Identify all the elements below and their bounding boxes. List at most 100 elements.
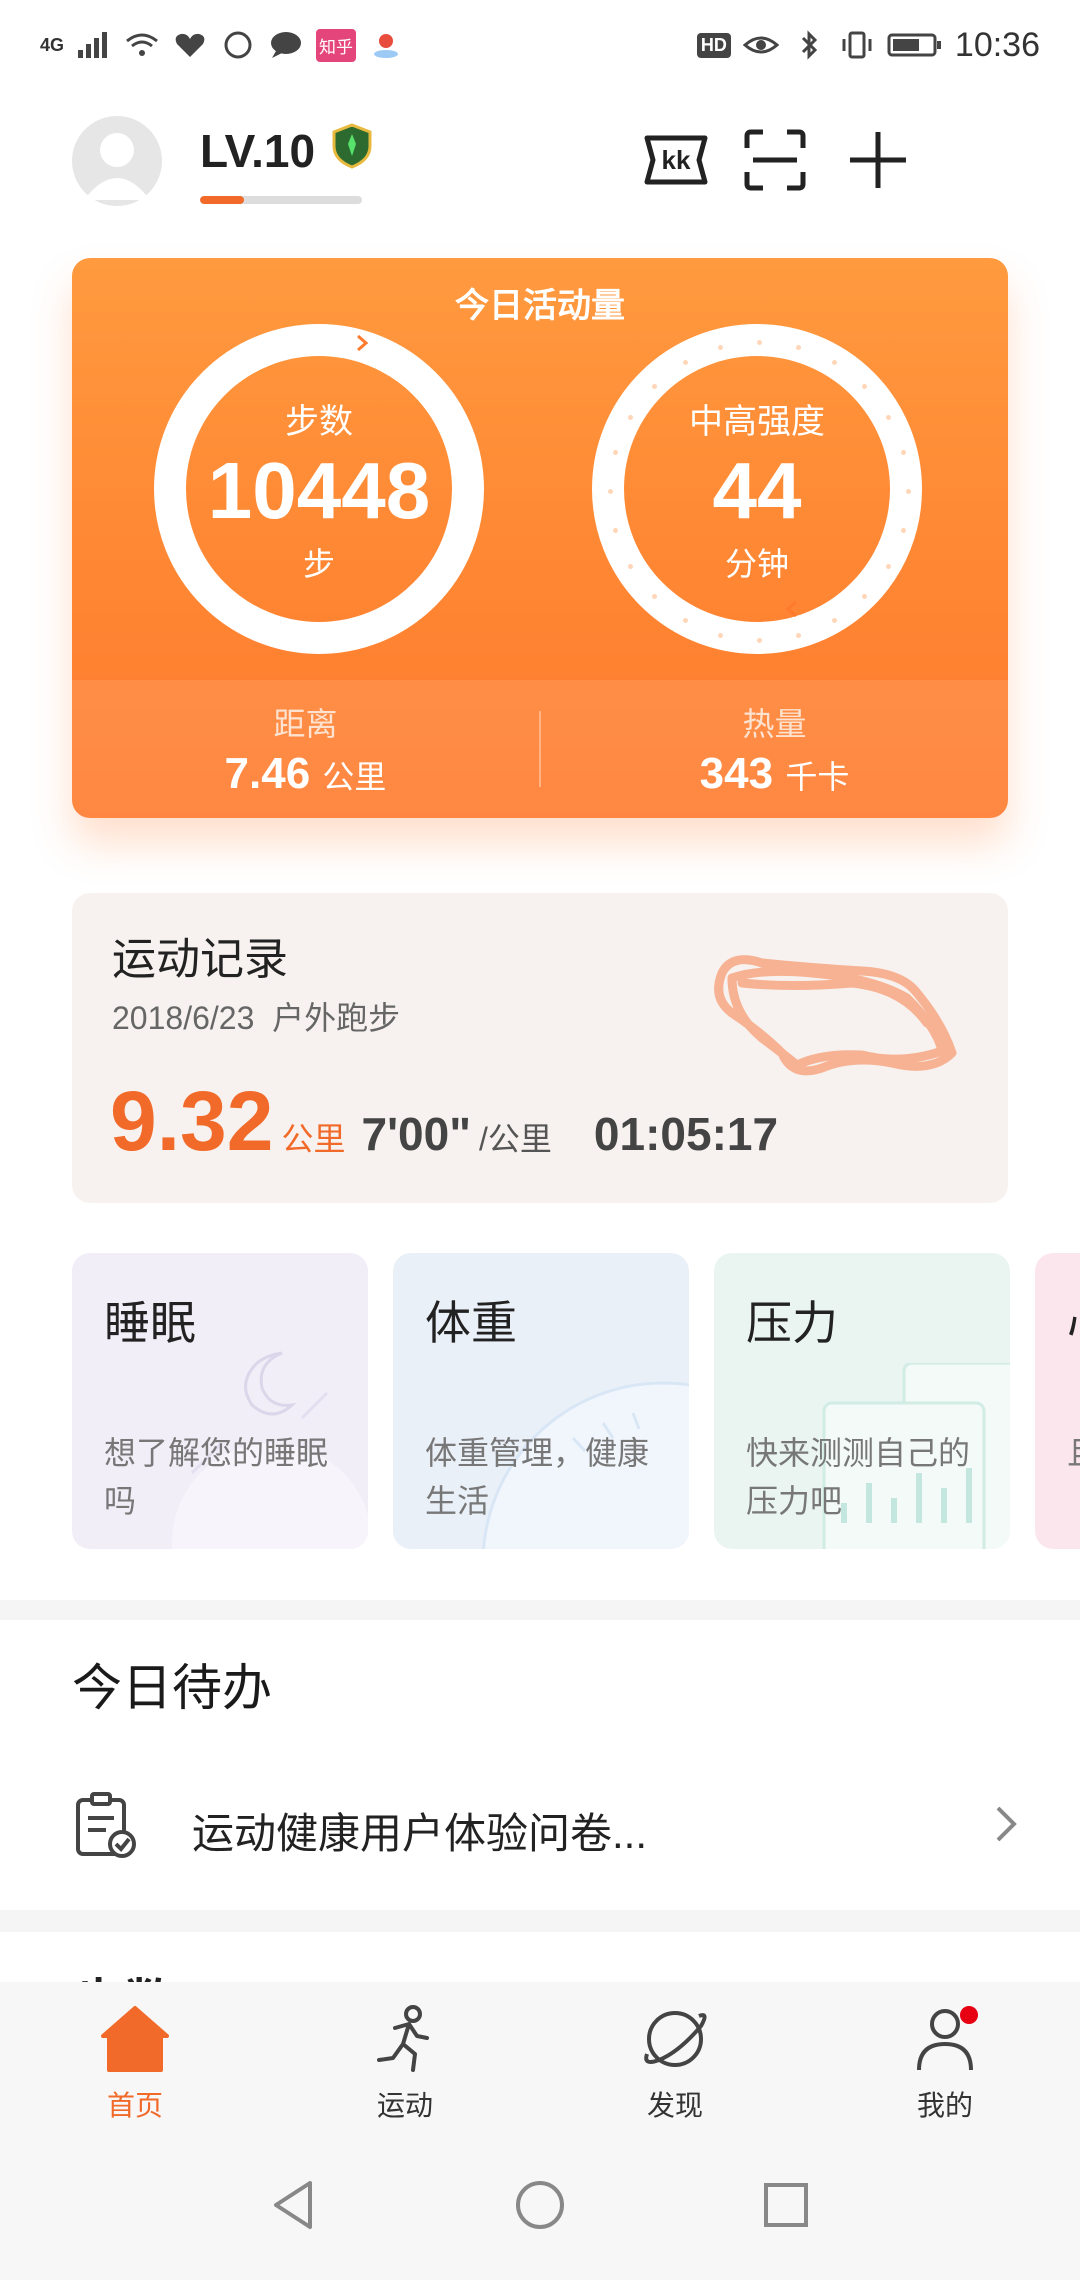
todo-item[interactable]: 运动健康用户体验问卷... [0,1760,1080,1890]
home-icon [101,2006,169,2072]
record-subtitle: 2018/6/23 户外跑步 [112,993,400,1039]
add-button[interactable] [838,120,918,200]
activity-card[interactable]: 今日活动量 步数 10448 步 中高强度 44 分钟 距离 7.46 公里 热… [72,258,1008,818]
calories-label: 热量 [742,706,807,742]
exercise-record-card[interactable]: 运动记录 2018/6/23 户外跑步 9.32 公里 7'00" /公里 01… [72,893,1008,1203]
weight-desc: 体重管理，健康生活 [425,1435,650,1519]
steps-label: 步数 [285,402,353,441]
nav-exercise[interactable]: 运动 [270,1982,540,2130]
ring-tick [900,450,906,456]
nav-me[interactable]: 我的 [810,1982,1080,2130]
ring-tick [651,383,657,389]
record-metrics: 9.32 公里 7'00" /公里 01:05:17 [110,1073,778,1170]
stress-desc: 快来测测自己的压力吧 [746,1435,971,1519]
notification-dot [960,2006,978,2024]
steps-value: 10448 [207,445,431,535]
stress-tile[interactable]: 压力 快来测测自己的压力吧 [714,1253,1010,1549]
health-tiles: 睡眠 想了解您的睡眠吗 体重 体重管理，健康生活 压力 快来测测自己的压力吧 心… [72,1253,1080,1549]
heart-icon [175,33,205,57]
ring-tick [627,414,633,420]
ring-tick [831,359,837,365]
record-pace: 7'00" [361,1108,472,1160]
calories-unit: 千卡 [785,759,850,795]
ring-tick [682,359,688,365]
level-progress-fill [200,196,244,204]
eye-icon [742,36,779,54]
ring-tick [627,563,633,569]
header: LV.10 kk [72,110,1020,220]
calories-stat[interactable]: 热量 343 千卡 [541,680,1008,818]
zhihu-badge: 知乎 [316,28,357,62]
section-divider-2 [0,1910,1080,1932]
distance-unit: 公里 [322,759,387,795]
level-label[interactable]: LV.10 [200,124,315,178]
nav-discover-label: 发现 [646,2090,703,2121]
back-triangle-icon[interactable] [266,2177,322,2233]
nav-exercise-label: 运动 [376,2090,433,2121]
ring-tick [682,618,688,624]
distance-value: 7.46 [224,749,311,798]
nav-discover[interactable]: 发现 [540,1982,810,2130]
record-distance-unit: 公里 [281,1121,346,1157]
home-circle-icon[interactable] [512,2177,568,2233]
ring-tick [718,632,724,638]
svg-text:kk: kk [662,145,691,175]
sleep-desc: 想了解您的睡眠吗 [104,1435,329,1519]
weight-tile[interactable]: 体重 体重管理，健康生活 [393,1253,689,1549]
todo-text: 运动健康用户体验问卷... [192,1810,648,1857]
steps-unit: 步 [302,545,335,582]
next-section-title: 步数 [72,1962,176,1982]
ring-tick [608,489,613,494]
scan-button[interactable] [735,120,815,200]
ring-tick [757,638,762,643]
avatar[interactable] [72,116,162,206]
extra-desc: 且看 [1067,1429,1080,1477]
message-icon [271,32,302,58]
activity-title: 今日活动量 [455,287,625,325]
recents-square-icon[interactable] [758,2177,814,2233]
ring-tick [831,618,837,624]
ring-tick [886,563,892,569]
calories-value-row: 343 千卡 [700,749,850,799]
route-map-icon [714,955,957,1076]
nav-me-label: 我的 [916,2090,973,2121]
distance-label: 距离 [273,706,338,742]
wifi-icon [126,33,158,56]
app-icon [224,31,252,59]
nav-home[interactable]: 首页 [0,1982,270,2130]
ring-tick [906,489,911,494]
extra-tile[interactable]: 心 且看 [1035,1253,1080,1549]
record-pace-unit: /公里 [479,1121,552,1157]
ring-tick [900,527,906,533]
record-distance: 9.32 [110,1074,274,1168]
steps-ring-marker-icon [357,334,369,352]
activity-stats: 距离 7.46 公里 热量 343 千卡 [72,680,1008,818]
intensity-unit: 分钟 [724,545,789,582]
status-bar: 4G 知乎 HD 10:36 [0,0,1080,90]
chevron-right-icon [996,1806,1017,1842]
sleep-tile[interactable]: 睡眠 想了解您的睡眠吗 [72,1253,368,1549]
intensity-ring-marker-icon [785,600,797,618]
sleep-title: 睡眠 [104,1297,196,1349]
intensity-value: 44 [712,445,802,535]
level-progress-bar [200,196,362,204]
stress-title: 压力 [746,1297,838,1349]
ring-tick [613,527,619,533]
intensity-ring[interactable]: 中高强度 44 分钟 [592,324,922,654]
record-type: 户外跑步 [272,1000,401,1036]
kk-button[interactable]: kk [636,120,716,200]
intensity-ring-content: 中高强度 44 分钟 [624,356,890,622]
vibrate-icon [842,31,872,59]
steps-ring[interactable]: 步数 10448 步 [154,324,484,654]
ring-tick [613,450,619,456]
battery-icon [887,33,941,57]
ring-tick [757,340,762,345]
distance-stat[interactable]: 距离 7.46 公里 [72,680,539,818]
distance-value-row: 7.46 公里 [225,749,387,799]
ring-tick [795,632,801,638]
record-duration: 01:05:17 [593,1108,779,1160]
extra-title: 心 [1067,1287,1080,1353]
survey-clipboard-icon [76,1792,136,1858]
hd-badge: HD [696,32,731,58]
level-shield-icon [332,123,372,169]
